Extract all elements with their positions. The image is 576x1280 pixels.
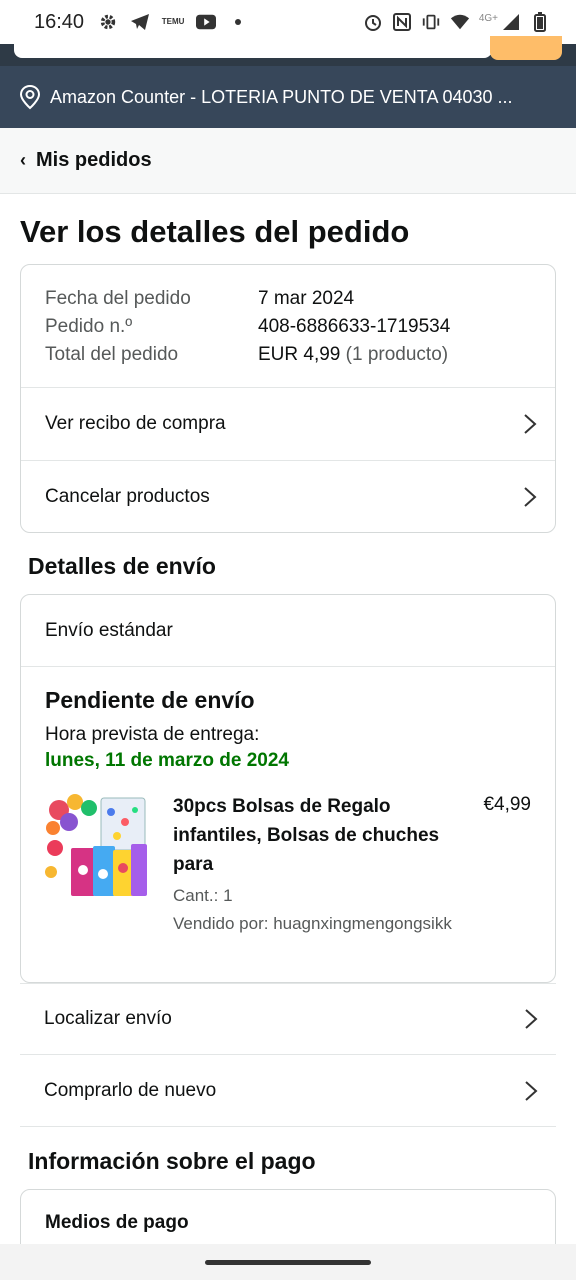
shipping-type: Envío estándar — [21, 595, 555, 667]
search-bar — [0, 36, 576, 66]
view-receipt-link[interactable]: Ver recibo de compra — [21, 388, 555, 460]
system-nav-bar — [0, 1244, 576, 1280]
temu-icon: TEMU — [161, 17, 185, 26]
shipment-body: Pendiente de envío Hora prevista de entr… — [21, 667, 555, 955]
order-number-value: 408-6886633-1719534 — [258, 316, 451, 337]
product-quantity: Cant.: 1 — [173, 886, 233, 905]
order-number-label: Pedido n.º — [45, 316, 133, 337]
status-right-icons: 4G+ — [363, 12, 550, 32]
order-item-count: (1 producto) — [345, 344, 449, 365]
payment-methods-label: Medios de pago — [45, 1212, 189, 1233]
signal-icon — [501, 12, 521, 32]
alarm-icon — [363, 12, 383, 32]
product-price: €4,99 — [483, 794, 531, 815]
dot-icon — [228, 12, 248, 32]
status-time: 16:40 — [34, 10, 85, 33]
back-label: Mis pedidos — [36, 149, 152, 171]
cancel-products-link[interactable]: Cancelar productos — [21, 460, 555, 532]
order-total-amount: EUR 4,99 — [258, 344, 341, 365]
product-seller: Vendido por: huagnxingmengongsikk — [173, 914, 452, 933]
nfc-icon — [392, 12, 412, 32]
buy-again-label: Comprarlo de nuevo — [44, 1079, 217, 1101]
order-number-row: Pedido n.º 408-6886633-1719534 — [45, 313, 531, 341]
status-left-icons: TEMU — [98, 12, 248, 32]
order-total-row: Total del pedido EUR 4,99 (1 producto) — [45, 341, 531, 369]
chevron-right-icon — [525, 1009, 538, 1029]
order-item: 30pcs Bolsas de Regalo infantiles, Bolsa… — [45, 792, 531, 935]
track-shipment-label: Localizar envío — [44, 1008, 172, 1029]
chevron-right-icon — [525, 1080, 538, 1101]
item-info: 30pcs Bolsas de Regalo infantiles, Bolsa… — [173, 792, 463, 935]
battery-icon — [530, 12, 550, 32]
product-title[interactable]: 30pcs Bolsas de Regalo infantiles, Bolsa… — [173, 792, 463, 879]
payment-section-title: Información sobre el pago — [28, 1148, 316, 1174]
location-pin-icon — [19, 84, 41, 110]
youtube-icon — [196, 12, 217, 32]
chevron-right-icon — [524, 414, 537, 434]
wifi-icon — [450, 12, 470, 32]
home-gesture-handle[interactable] — [205, 1260, 371, 1265]
eta-label: Hora prevista de entrega: — [45, 724, 260, 745]
shipping-section-title: Detalles de envío — [28, 553, 216, 579]
eta-date: lunes, 11 de marzo de 2024 — [45, 750, 289, 771]
chevron-right-icon — [524, 486, 537, 507]
cancel-products-label: Cancelar productos — [45, 485, 210, 507]
order-summary-card: Fecha del pedido 7 mar 2024 Pedido n.º 4… — [20, 264, 556, 533]
order-date-label: Fecha del pedido — [45, 288, 191, 309]
order-total-value: EUR 4,99 (1 producto) — [258, 341, 448, 369]
order-date-value: 7 mar 2024 — [258, 288, 355, 309]
track-shipment-link[interactable]: Localizar envío — [20, 983, 556, 1055]
back-to-orders[interactable]: ‹ Mis pedidos — [0, 128, 576, 194]
gear-icon — [98, 12, 118, 32]
chevron-left-icon: ‹ — [20, 150, 26, 170]
order-total-label: Total del pedido — [45, 344, 179, 365]
search-button[interactable] — [490, 36, 562, 60]
page-title: Ver los detalles del pedido — [20, 214, 410, 249]
buy-again-link[interactable]: Comprarlo de nuevo — [20, 1055, 556, 1127]
order-summary: Fecha del pedido 7 mar 2024 Pedido n.º 4… — [21, 265, 555, 388]
telegram-icon — [130, 12, 150, 32]
delivery-location-text: Amazon Counter - LOTERIA PUNTO DE VENTA … — [50, 86, 513, 107]
order-date-row: Fecha del pedido 7 mar 2024 — [45, 285, 531, 313]
search-input[interactable] — [14, 36, 492, 58]
vibrate-icon — [421, 12, 441, 32]
product-image[interactable] — [45, 792, 149, 902]
delivery-location-bar[interactable]: Amazon Counter - LOTERIA PUNTO DE VENTA … — [0, 66, 576, 128]
view-receipt-label: Ver recibo de compra — [45, 413, 226, 434]
shipping-card: Envío estándar Pendiente de envío Hora p… — [20, 594, 556, 983]
network-type: 4G+ — [478, 12, 498, 24]
shipment-status: Pendiente de envío — [45, 687, 255, 713]
